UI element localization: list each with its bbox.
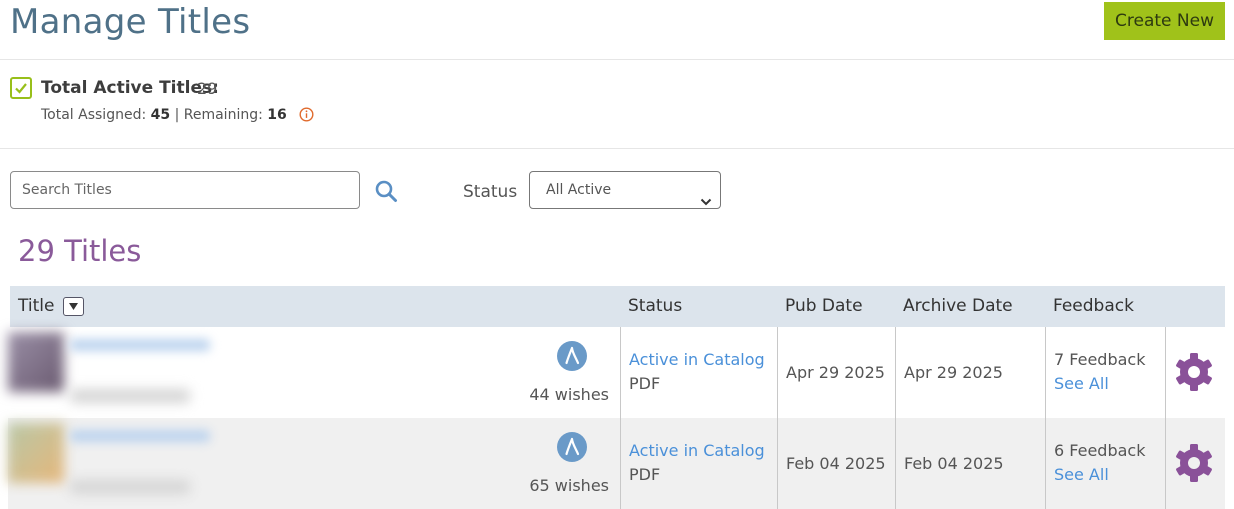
check-icon <box>10 77 32 99</box>
format-label: PDF <box>629 374 661 393</box>
gear-icon[interactable] <box>1173 442 1215 484</box>
assigned-value: 45 <box>150 107 171 123</box>
cell-divider <box>1045 418 1046 509</box>
archive-date: Feb 04 2025 <box>904 454 1004 473</box>
separator: | <box>174 107 180 123</box>
sort-down-icon[interactable] <box>63 297 84 316</box>
cell-divider <box>777 418 778 509</box>
column-title: Title <box>18 296 55 316</box>
see-all-link[interactable]: See All <box>1054 465 1109 484</box>
title-thumbnail[interactable] <box>8 332 64 392</box>
info-icon[interactable] <box>299 107 314 122</box>
blurred-subtitle <box>70 480 190 494</box>
assigned-remaining-line: Total Assigned: 45 | Remaining: 16 <box>41 107 287 123</box>
table-row: 44 wishes Active in Catalog PDF Apr 29 2… <box>8 327 1225 418</box>
pub-date: Apr 29 2025 <box>786 363 885 382</box>
remaining-value: 16 <box>267 107 287 123</box>
wishbone-icon <box>557 341 587 371</box>
table-header: Title Status Pub Date Archive Date Feedb… <box>10 286 1225 327</box>
total-active-label: Total Active Titles: <box>41 78 219 98</box>
assigned-label: Total Assigned: <box>41 107 147 123</box>
gear-icon[interactable] <box>1173 351 1215 393</box>
format-label: PDF <box>629 465 661 484</box>
page-header: Manage Titles Create New <box>0 0 1234 60</box>
cell-divider <box>620 418 621 509</box>
cell-divider <box>1165 327 1166 418</box>
pub-date: Feb 04 2025 <box>786 454 886 473</box>
column-status: Status <box>628 296 683 316</box>
wishbone-icon <box>557 432 587 462</box>
table-row: 65 wishes Active in Catalog PDF Feb 04 2… <box>8 418 1225 509</box>
title-thumbnail[interactable] <box>8 423 64 483</box>
status-link[interactable]: Active in Catalog <box>629 350 765 369</box>
archive-date: Apr 29 2025 <box>904 363 1003 382</box>
wishes-count: 65 wishes <box>529 476 609 495</box>
chevron-down-icon <box>700 185 712 221</box>
status-select[interactable]: All Active <box>529 171 721 209</box>
blurred-title[interactable] <box>70 339 210 351</box>
cell-divider <box>777 327 778 418</box>
blurred-subtitle <box>70 389 190 403</box>
cell-divider <box>1165 418 1166 509</box>
cell-divider <box>895 327 896 418</box>
create-new-button[interactable]: Create New <box>1104 2 1225 40</box>
feedback-count: 7 Feedback <box>1054 350 1146 369</box>
status-selected-value: All Active <box>546 182 612 198</box>
blurred-title[interactable] <box>70 430 210 442</box>
cell-divider <box>1045 327 1046 418</box>
column-archive-date: Archive Date <box>903 296 1013 316</box>
cell-divider <box>895 418 896 509</box>
wishes-count: 44 wishes <box>529 385 609 404</box>
status-filter-label: Status <box>463 182 518 202</box>
page-title: Manage Titles <box>10 2 251 42</box>
remaining-label: Remaining: <box>183 107 263 123</box>
see-all-link[interactable]: See All <box>1054 374 1109 393</box>
search-input[interactable] <box>10 171 360 209</box>
total-active-value: 29 <box>197 79 218 98</box>
titles-count: 29 Titles <box>18 234 142 268</box>
status-link[interactable]: Active in Catalog <box>629 441 765 460</box>
search-icon[interactable] <box>374 179 398 203</box>
title-summary: Total Active Titles: 29 Total Assigned: … <box>0 60 1234 149</box>
feedback-count: 6 Feedback <box>1054 441 1146 460</box>
column-pub-date: Pub Date <box>785 296 863 316</box>
column-feedback: Feedback <box>1053 296 1134 316</box>
cell-divider <box>620 327 621 418</box>
